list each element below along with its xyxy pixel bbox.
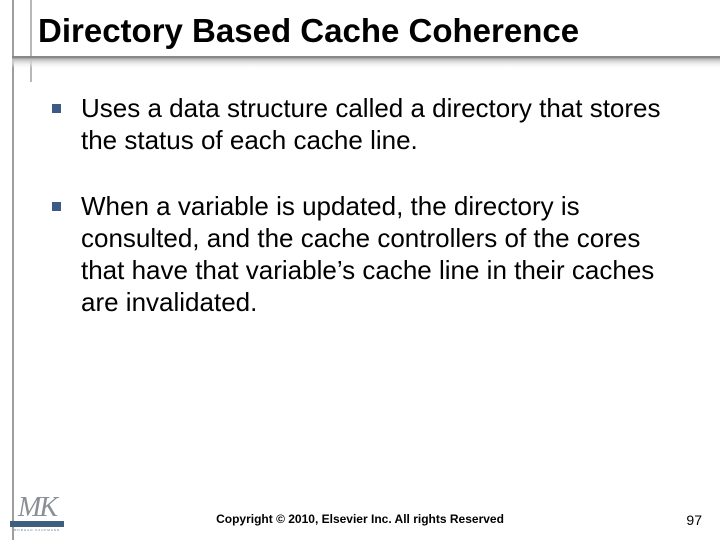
- bullet-text: Uses a data structure called a directory…: [81, 92, 690, 156]
- slide-title: Directory Based Cache Coherence: [38, 12, 710, 50]
- bullet-text: When a variable is updated, the director…: [81, 190, 690, 318]
- copyright-text: Copyright © 2010, Elsevier Inc. All righ…: [0, 512, 720, 526]
- title-underline: [12, 56, 720, 68]
- body-content: Uses a data structure called a directory…: [52, 92, 690, 352]
- list-item: Uses a data structure called a directory…: [52, 92, 690, 156]
- bullet-icon: [52, 202, 61, 211]
- left-rule-outer: [12, 0, 14, 540]
- slide: Directory Based Cache Coherence Uses a d…: [0, 0, 720, 540]
- bullet-icon: [52, 104, 61, 113]
- logo-subtext: MORGAN KAUFMANN: [14, 528, 60, 532]
- list-item: When a variable is updated, the director…: [52, 190, 690, 318]
- left-rule-inner: [30, 0, 32, 82]
- page-number: 97: [686, 512, 702, 528]
